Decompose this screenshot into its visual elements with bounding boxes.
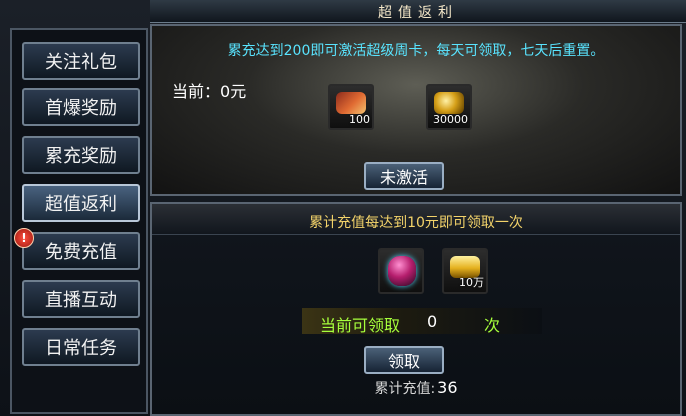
sidebar-item-label: 日常任务 [45, 338, 117, 359]
weekly-card-panel: 累充达到200即可激活超级周卡，每天可领取，七天后重置。 当前：0元 100 3… [150, 24, 682, 196]
treasure-bag-icon [388, 256, 416, 286]
claim-button-label: 领取 [387, 352, 420, 371]
sidebar: 关注礼包 首爆奖励 累充奖励 超值返利 ! 免费充值 直播互动 日常任务 [10, 28, 148, 414]
game-dialog: 超值返利 关注礼包 首爆奖励 累充奖励 超值返利 ! 免费充值 直播互动 日常任… [0, 0, 686, 416]
book-bundle-icon [336, 92, 366, 114]
reward-count: 30000 [433, 113, 468, 126]
reward-slot[interactable] [378, 248, 424, 294]
sidebar-item-free-recharge[interactable]: ! 免费充值 [14, 228, 140, 270]
sidebar-item-follow-gift[interactable]: 关注礼包 [22, 42, 140, 80]
current-recharge: 当前：0元 [172, 78, 246, 102]
sidebar-item-label: 直播互动 [45, 290, 117, 311]
sidebar-item-live-interaction[interactable]: 直播互动 [22, 280, 140, 318]
weekly-card-status-button[interactable]: 未激活 [364, 162, 444, 190]
reward-slot[interactable]: 30000 [426, 84, 472, 130]
claimable-unit: 次 [484, 316, 501, 335]
dialog-title: 超值返利 [378, 5, 458, 21]
total-recharge-label: 累计充值: [374, 381, 436, 397]
claim-button[interactable]: 领取 [364, 346, 444, 374]
sidebar-item-cumulative-recharge[interactable]: 累充奖励 [22, 136, 140, 174]
sidebar-item-first-burst-reward[interactable]: 首爆奖励 [22, 88, 140, 126]
sidebar-item-label: 超值返利 [45, 194, 117, 215]
reward-slot[interactable]: 10万 [442, 248, 488, 294]
dialog-title-bar: 超值返利 [150, 0, 686, 23]
current-recharge-value: 0元 [220, 82, 247, 101]
sidebar-item-label: 累充奖励 [45, 146, 117, 167]
recharge-claim-header: 累计充值每达到10元即可领取一次 [152, 204, 680, 235]
total-recharge-value: 36 [437, 378, 458, 397]
status-button-label: 未激活 [379, 168, 428, 187]
gold-coins-icon [434, 92, 464, 114]
reward-count: 10万 [459, 276, 484, 289]
total-recharge: 累计充值: 36 [152, 378, 680, 398]
sidebar-item-daily-tasks[interactable]: 日常任务 [22, 328, 140, 366]
weekly-card-banner: 累充达到200即可激活超级周卡，每天可领取，七天后重置。 [227, 43, 605, 59]
reward-slot[interactable]: 100 [328, 84, 374, 130]
claimable-label: 当前可领取 [320, 316, 401, 335]
claimable-times-row: 当前可领取 0 次 [302, 308, 542, 335]
sidebar-item-label: 首爆奖励 [45, 98, 117, 119]
current-recharge-label: 当前： [172, 82, 221, 101]
sidebar-item-label: 关注礼包 [45, 52, 117, 73]
exclamation-icon: ! [14, 228, 34, 248]
claimable-value: 0 [427, 312, 438, 331]
recharge-claim-title: 累计充值每达到10元即可领取一次 [309, 215, 523, 231]
sidebar-item-label: 免费充值 [45, 242, 117, 263]
sidebar-item-super-rebate[interactable]: 超值返利 [22, 184, 140, 222]
recharge-claim-panel: 累计充值每达到10元即可领取一次 10万 当前可领取 0 次 领取 累计充值: 3… [150, 202, 682, 416]
reward-count: 100 [349, 113, 370, 126]
